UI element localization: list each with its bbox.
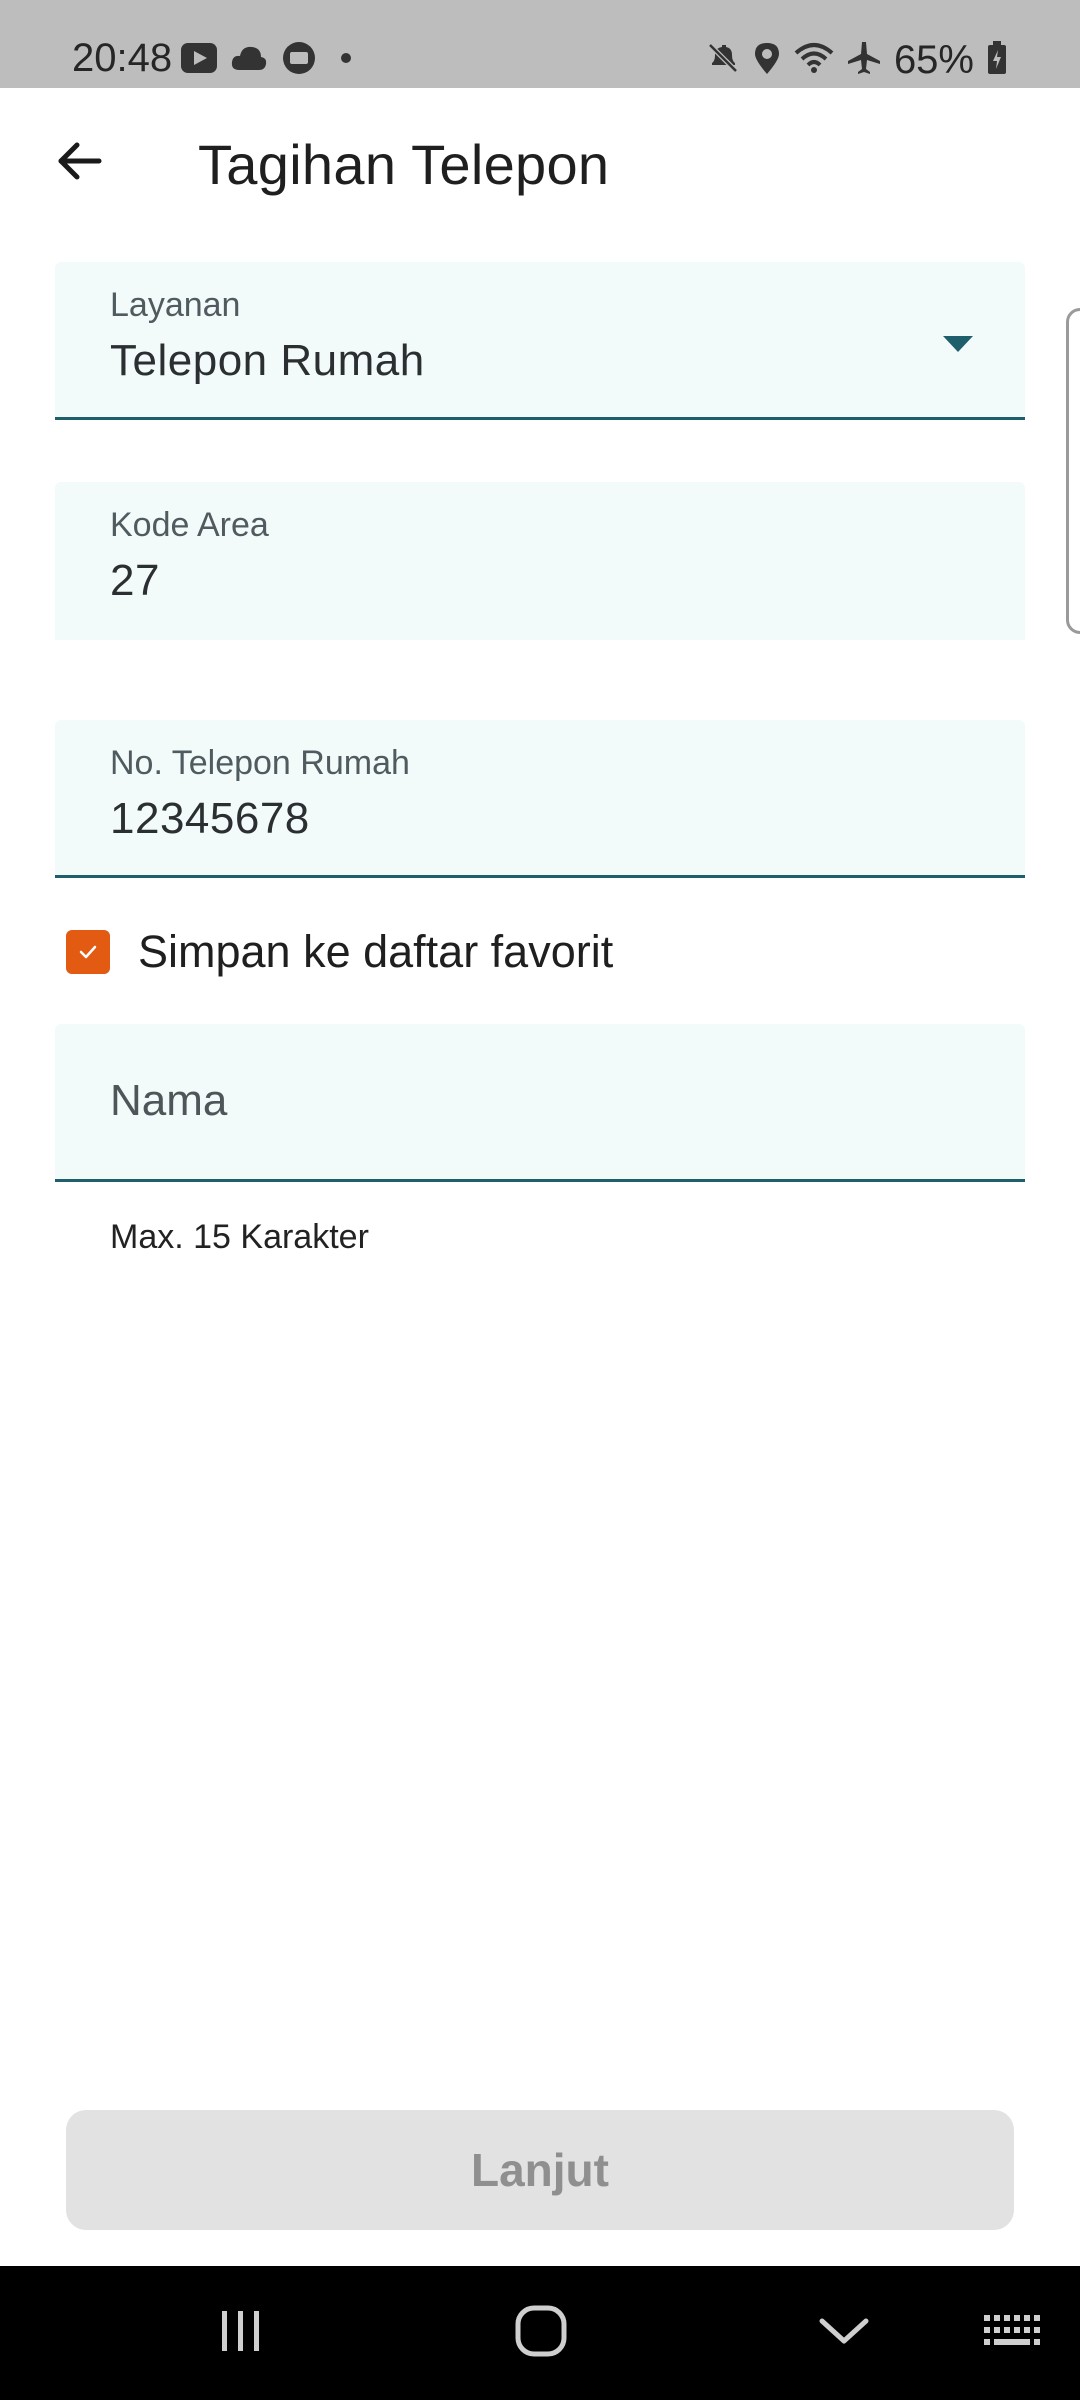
- system-icons: 65%: [706, 36, 1008, 84]
- layanan-label: Layanan: [110, 286, 241, 324]
- layanan-dropdown[interactable]: Layanan Telepon Rumah: [55, 262, 1025, 420]
- mute-icon: [706, 41, 740, 80]
- favorite-checkbox-row[interactable]: Simpan ke daftar favorit: [66, 920, 613, 984]
- back-button[interactable]: [44, 128, 114, 198]
- chat-icon: [280, 40, 318, 81]
- kode-area-value: 27: [110, 556, 160, 605]
- kode-area-label: Kode Area: [110, 506, 269, 544]
- phone-number-label: No. Telepon Rumah: [110, 744, 410, 782]
- recents-icon: [216, 2306, 266, 2361]
- edge-panel-handle[interactable]: [1066, 308, 1080, 634]
- arrow-left-icon: [55, 141, 103, 186]
- status-time: 20:48: [72, 36, 173, 80]
- recents-button[interactable]: [208, 2300, 274, 2366]
- battery-percent: 65%: [893, 37, 974, 82]
- lanjut-button[interactable]: Lanjut: [66, 2110, 1014, 2230]
- page-title: Tagihan Telepon: [198, 133, 610, 196]
- nama-field[interactable]: Nama: [55, 1024, 1025, 1182]
- phone-number-value: 12345678: [110, 794, 310, 843]
- app-bar: Tagihan Telepon: [0, 88, 1080, 238]
- battery-icon: [986, 40, 1008, 81]
- favorite-checkbox[interactable]: [66, 930, 110, 974]
- dropdown-arrow-icon: [943, 336, 973, 352]
- layanan-value: Telepon Rumah: [110, 336, 425, 385]
- wifi-icon: [794, 41, 834, 80]
- favorite-checkbox-label: Simpan ke daftar favorit: [138, 926, 614, 977]
- keyboard-icon: [982, 2313, 1042, 2354]
- home-icon: [513, 2303, 569, 2364]
- phone-number-field[interactable]: No. Telepon Rumah 12345678: [55, 720, 1025, 878]
- cloud-icon: [230, 43, 268, 78]
- location-icon: [752, 40, 782, 81]
- nama-placeholder: Nama: [110, 1076, 228, 1125]
- kode-area-field[interactable]: Kode Area 27: [55, 482, 1025, 640]
- nama-helper-text: Max. 15 Karakter: [110, 1218, 369, 1256]
- navigation-bar: [0, 2266, 1080, 2400]
- airplane-icon: [846, 40, 882, 81]
- keyboard-button[interactable]: [982, 2300, 1042, 2366]
- home-button[interactable]: [506, 2300, 576, 2366]
- dot-icon: [330, 48, 360, 73]
- hide-keyboard-button[interactable]: [816, 2300, 872, 2366]
- notification-icons: [180, 40, 360, 80]
- check-icon: [79, 945, 97, 959]
- status-bar: 20:48 65%: [0, 0, 1080, 88]
- chevron-down-icon: [816, 2311, 872, 2356]
- youtube-icon: [180, 41, 218, 80]
